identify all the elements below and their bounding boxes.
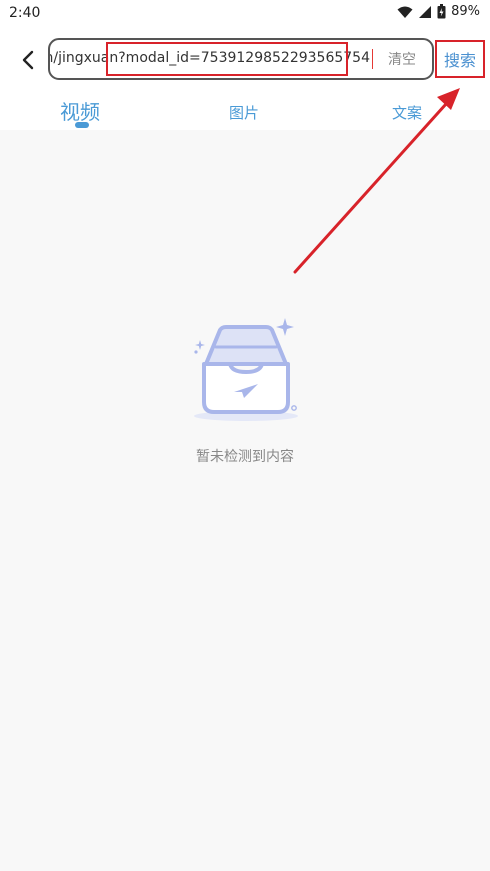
chevron-left-icon	[22, 50, 34, 70]
annotation-highlight-url	[106, 42, 348, 76]
wifi-icon	[397, 6, 413, 18]
signal-icon	[419, 5, 432, 18]
battery-icon	[437, 4, 446, 19]
status-time: 2:40	[9, 5, 41, 21]
back-button[interactable]	[14, 44, 42, 76]
tab-bar: 视频 图片 文案	[0, 94, 490, 130]
text-cursor	[372, 49, 373, 69]
battery-percentage: 89%	[451, 4, 480, 19]
status-icons: 89%	[397, 4, 480, 19]
search-button[interactable]: 搜索	[435, 40, 485, 78]
empty-box-icon	[194, 318, 298, 421]
clear-button[interactable]: 清空	[388, 49, 416, 69]
tab-text[interactable]: 文案	[392, 102, 422, 123]
empty-message: 暂未检测到内容	[196, 449, 294, 465]
tab-image[interactable]: 图片	[229, 102, 259, 123]
status-bar: 2:40 89%	[0, 0, 490, 28]
tab-video[interactable]: 视频	[60, 96, 100, 125]
annotation-arrow	[293, 88, 460, 274]
active-tab-indicator	[75, 122, 89, 128]
